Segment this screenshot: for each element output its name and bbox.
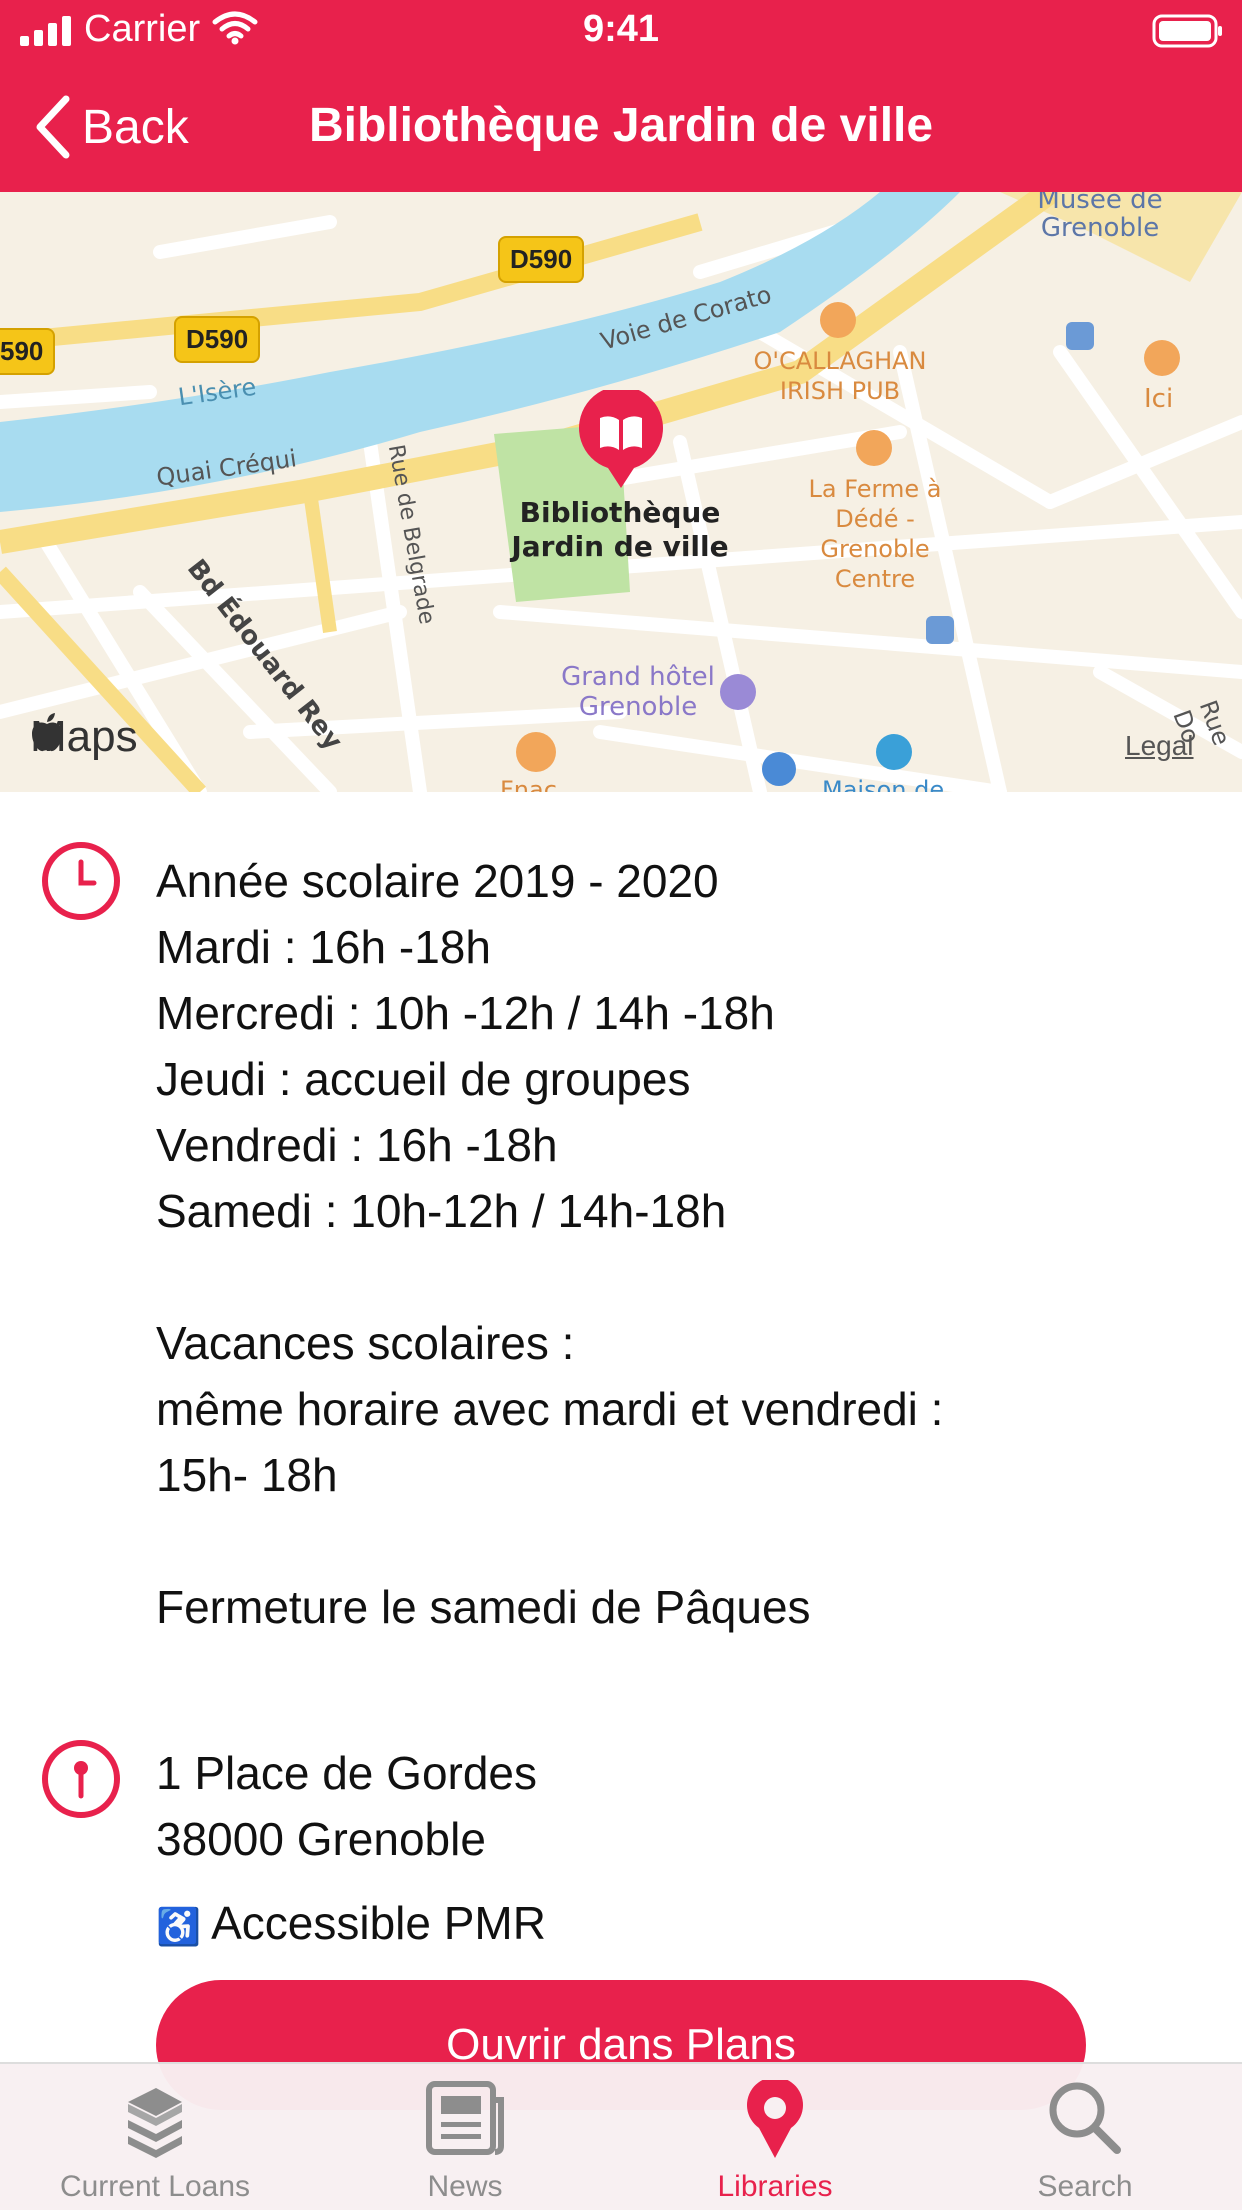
tab-label: Libraries: [717, 2170, 833, 2203]
tram-icon: [926, 616, 954, 644]
books-icon: [128, 2088, 182, 2158]
address-line-2: 38000 Grenoble: [156, 1813, 486, 1865]
page-title: Bibliothèque Jardin de ville: [308, 99, 934, 152]
hours-line: même horaire avec mardi et vendredi :: [156, 1383, 944, 1435]
poi-label: La Ferme à Dédé - Grenoble Centre: [808, 475, 942, 593]
road-badge: D590: [498, 236, 585, 283]
pin-glyph: [74, 1761, 88, 1799]
poi-label: O'CALLAGHAN IRISH PUB: [753, 347, 927, 405]
hours-line: Année scolaire 2019 - 2020: [156, 855, 719, 907]
poi-label: Fnac: [500, 776, 557, 792]
ski-icon: [876, 734, 912, 770]
address-line-1: 1 Place de Gordes: [156, 1747, 538, 1799]
tab-news[interactable]: News: [310, 2064, 620, 2210]
navigation-header: Carrier 9:41 Back Bibliothèque Jardin de…: [0, 0, 1242, 192]
legal-link[interactable]: Legal: [1125, 730, 1194, 762]
wheelchair-icon: ♿: [156, 1906, 201, 1947]
tab-libraries[interactable]: Libraries: [620, 2064, 930, 2210]
battery-icon: [1152, 14, 1222, 48]
parking-icon: [762, 752, 796, 786]
library-pin-icon[interactable]: [578, 390, 664, 490]
tab-bar: Current Loans News Libraries Search: [0, 2062, 1242, 2210]
tab-search[interactable]: Search: [930, 2064, 1240, 2210]
status-bar: Carrier 9:41: [0, 0, 1242, 62]
pub-icon: [820, 302, 856, 338]
hours-line: Vacances scolaires :: [156, 1317, 575, 1369]
accessibility-label: Accessible PMR: [211, 1897, 546, 1949]
hours-line: Samedi : 10h-12h / 14h-18h: [156, 1185, 727, 1237]
hours-line: Fermeture le samedi de Pâques: [156, 1581, 811, 1633]
hours-line: Jeudi : accueil de groupes: [156, 1053, 691, 1105]
hours-line: Mercredi : 10h -12h / 14h -18h: [156, 987, 775, 1039]
accessibility-row: ♿ Accessible PMR: [156, 1896, 546, 1950]
pin-label: Bibliothèque Jardin de ville: [511, 496, 729, 563]
hours-line: Vendredi : 16h -18h: [156, 1119, 558, 1171]
clock-hands: [78, 859, 97, 886]
restaurant-icon: [1144, 340, 1180, 376]
clock-icon: [42, 842, 120, 920]
poi-label: Grand hôtel Grenoble: [561, 662, 715, 722]
hotel-icon: [720, 674, 756, 710]
tram-icon: [1066, 322, 1094, 350]
shopping-icon: [516, 732, 556, 772]
poi-label: Musée de Grenoble: [1037, 192, 1163, 243]
newspaper-icon: [426, 2081, 504, 2155]
tab-label: News: [427, 2170, 503, 2203]
status-time: 9:41: [582, 8, 660, 50]
magnifier-icon: [1049, 2082, 1121, 2154]
road-badge: D590: [174, 316, 261, 363]
apple-icon: [32, 713, 62, 752]
maps-logo: Maps: [30, 712, 138, 762]
tab-label: Current Loans: [59, 2170, 251, 2203]
poi-label: Maison de: [822, 776, 945, 792]
road-badge: 590: [0, 328, 56, 375]
map-pin-icon: [747, 2080, 803, 2158]
tab-label: Search: [1037, 2170, 1133, 2203]
hours-line: Mardi : 16h -18h: [156, 921, 491, 973]
poi-label: Ici: [1144, 384, 1174, 414]
restaurant-icon: [856, 430, 892, 466]
tab-current-loans[interactable]: Current Loans: [0, 2064, 310, 2210]
hours-line: 15h- 18h: [156, 1449, 338, 1501]
location-pin-icon: [42, 1740, 120, 1818]
library-map[interactable]: D590 D590 590 L'Isère Quai Créqui Voie d…: [0, 192, 1242, 792]
